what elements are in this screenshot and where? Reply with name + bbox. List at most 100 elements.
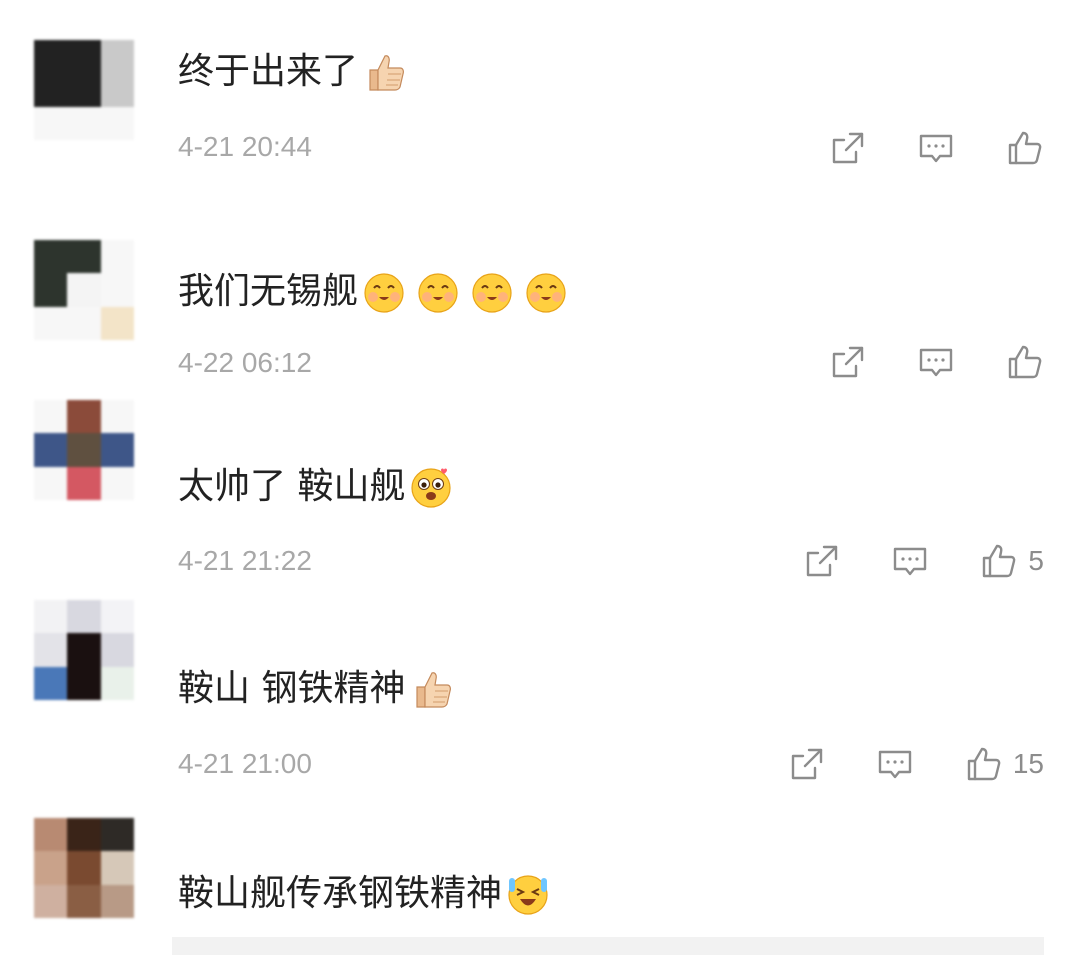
avatar-pixel — [100, 818, 134, 852]
avatar[interactable] — [34, 40, 134, 140]
avatar-pixel — [67, 884, 101, 918]
share-button[interactable] — [787, 744, 827, 784]
reply-button[interactable] — [916, 342, 956, 382]
avatar-pixel — [100, 306, 134, 340]
avatar-pixel — [67, 400, 101, 434]
avatar-pixel — [67, 666, 101, 700]
reply-button[interactable] — [916, 128, 956, 168]
like-button[interactable] — [1004, 342, 1044, 382]
avatar-pixel — [100, 106, 134, 140]
comment-text-label: 鞍山舰传承钢铁精神 — [178, 873, 503, 914]
comment-timestamp: 4-21 21:00 — [178, 748, 312, 779]
thumbs-up-icon — [978, 541, 1018, 581]
comment-icon — [916, 128, 956, 168]
emoji-group — [409, 465, 453, 509]
comment-footer-bar — [172, 937, 1044, 955]
avatar-pixel — [67, 106, 101, 140]
avatar[interactable] — [34, 600, 134, 700]
avatar-pixel — [67, 433, 101, 467]
avatar-pixel — [67, 466, 101, 500]
comment-timestamp: 4-21 20:44 — [178, 131, 312, 162]
blush-smile-emoji — [364, 273, 404, 313]
thumbs-up-emoji — [416, 672, 452, 708]
comment-text: 我们无锡舰 — [178, 270, 568, 314]
comment-text-label: 太帅了 鞍山舰 — [178, 466, 406, 507]
comment-actions — [780, 128, 1044, 168]
like-count: 5 — [1028, 545, 1044, 576]
emoji-group — [362, 270, 568, 314]
avatar-pixel — [67, 633, 101, 667]
like-button[interactable]: 5 — [978, 541, 1044, 581]
comment-text: 终于出来了 — [178, 50, 406, 94]
thumbs-up-emoji — [369, 55, 404, 91]
heart-eyes-cute-emoji — [411, 468, 452, 508]
avatar-pixel — [34, 240, 68, 274]
avatar-pixel — [34, 851, 68, 885]
like-button[interactable]: 15 — [963, 744, 1044, 784]
comment-text: 鞍山 钢铁精神 — [178, 667, 453, 711]
like-button[interactable] — [1004, 128, 1044, 168]
avatar-pixel — [100, 851, 134, 885]
avatar-pixel — [34, 666, 68, 700]
reply-button[interactable] — [890, 541, 930, 581]
avatar-pixel — [67, 240, 101, 274]
avatar-pixel — [67, 73, 101, 107]
avatar[interactable] — [34, 240, 134, 340]
comment-actions — [780, 342, 1044, 382]
comment-text-label: 我们无锡舰 — [178, 271, 359, 312]
avatar-pixel — [67, 600, 101, 634]
avatar-pixel — [67, 40, 101, 74]
thumbs-up-icon — [1004, 342, 1044, 382]
avatar-pixel — [100, 73, 134, 107]
avatar[interactable] — [34, 818, 134, 918]
share-icon — [828, 128, 868, 168]
avatar-pixel — [100, 884, 134, 918]
comment-timestamp: 4-22 06:12 — [178, 347, 312, 378]
emoji-group — [506, 872, 550, 916]
comment-text-label: 鞍山 钢铁精神 — [178, 668, 406, 709]
share-button[interactable] — [828, 342, 868, 382]
comment-timestamp: 4-21 21:22 — [178, 545, 312, 576]
avatar-pixel — [100, 40, 134, 74]
reply-button[interactable] — [875, 744, 915, 784]
avatar-pixel — [100, 400, 134, 434]
comment-actions: 15 — [739, 744, 1044, 784]
share-icon — [828, 342, 868, 382]
comment-icon — [875, 744, 915, 784]
share-button[interactable] — [802, 541, 842, 581]
avatar-pixel — [34, 884, 68, 918]
avatar-pixel — [34, 466, 68, 500]
avatar-pixel — [100, 600, 134, 634]
avatar-pixel — [67, 273, 101, 307]
avatar-pixel — [34, 818, 68, 852]
avatar-pixel — [34, 306, 68, 340]
blush-smile-emoji — [526, 273, 566, 313]
avatar-pixel — [34, 273, 68, 307]
blush-smile-emoji — [472, 273, 512, 313]
emoji-group — [362, 50, 406, 94]
laugh-cry-emoji — [508, 875, 548, 915]
avatar[interactable] — [34, 400, 134, 500]
blush-smile-emoji — [418, 273, 458, 313]
like-count: 15 — [1012, 748, 1044, 779]
comment-icon — [890, 541, 930, 581]
avatar-pixel — [34, 600, 68, 634]
avatar-pixel — [100, 433, 134, 467]
avatar-pixel — [34, 433, 68, 467]
emoji-group — [409, 667, 453, 711]
share-button[interactable] — [828, 128, 868, 168]
share-icon — [802, 541, 842, 581]
comment-text: 鞍山舰传承钢铁精神 — [178, 872, 550, 916]
comment-text: 太帅了 鞍山舰 — [178, 465, 453, 509]
share-icon — [787, 744, 827, 784]
avatar-pixel — [100, 240, 134, 274]
thumbs-up-icon — [1004, 128, 1044, 168]
avatar-pixel — [34, 40, 68, 74]
avatar-pixel — [34, 106, 68, 140]
comment-text-label: 终于出来了 — [178, 51, 359, 92]
avatar-pixel — [34, 73, 68, 107]
avatar-pixel — [100, 666, 134, 700]
avatar-pixel — [67, 851, 101, 885]
avatar-pixel — [100, 466, 134, 500]
comment-feed: 终于出来了 4-21 20:44 我们无锡舰 4-22 06:12 太帅了 鞍山舰 4-2… — [0, 0, 1080, 955]
